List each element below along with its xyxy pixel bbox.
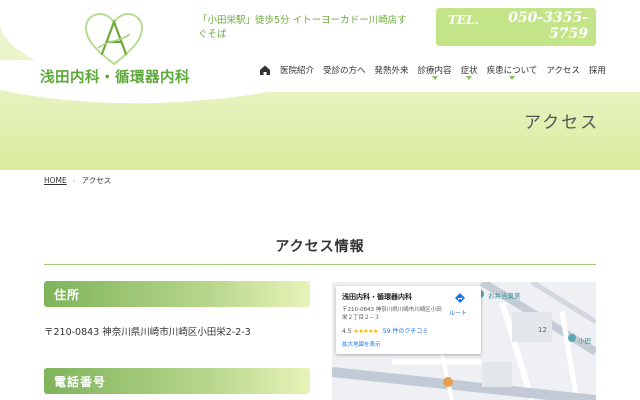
address-text: 〒210-0843 神奈川県川崎市川崎区小田栄2-2-3: [44, 327, 251, 338]
station-info: 「小田栄駅」徒歩5分 イトーヨーカドー川崎店すぐそば: [198, 15, 407, 40]
nav-item-diseases[interactable]: 疾患について: [486, 64, 538, 80]
map-place-address: 〒210-0843 神奈川県川崎市川崎区小田栄２丁目２−３: [342, 307, 442, 321]
map-place-name: 浅田内科・循環器内科: [342, 293, 412, 301]
map-poi-bento[interactable]: お弁当菓美: [488, 290, 521, 300]
nav-item-visitors[interactable]: 受診の方へ: [323, 64, 366, 76]
nav-item-access[interactable]: アクセス: [546, 64, 580, 76]
heart-logo-icon: [84, 12, 144, 66]
phone-label: 電話番号: [54, 375, 107, 389]
reviews-link[interactable]: 59 件のクチコミ: [383, 328, 429, 335]
breadcrumb-current: アクセス: [81, 176, 112, 185]
tel-number: 050-3355-5759: [508, 10, 588, 42]
address-label-bar: 住所: [44, 281, 310, 307]
nav-label: 採用: [588, 66, 606, 76]
clinic-name: 浅田内科・循環器内科: [40, 70, 190, 86]
map-poi-odasakae[interactable]: 小田: [578, 335, 591, 345]
caret-down-icon: [466, 76, 473, 80]
nav-label: アクセス: [546, 66, 580, 76]
section-title: アクセス情報: [275, 239, 365, 255]
address-label: 住所: [54, 288, 81, 302]
enlarge-map-link[interactable]: 拡大地図を表示: [342, 340, 381, 348]
nav-label: 疾患について: [486, 66, 538, 76]
section-divider: [44, 264, 596, 265]
directions-link[interactable]: ルート: [449, 308, 467, 317]
page-heading: アクセス: [524, 113, 600, 133]
directions-icon[interactable]: [454, 292, 466, 304]
global-nav: 医院紹介 受診の方へ 発熱外来 診療内容 症状 疾患について アクセス 採用: [258, 60, 615, 80]
nav-label: 発熱外来: [374, 66, 409, 76]
map-block-number: 12: [538, 326, 547, 334]
tel-box[interactable]: TEL. 050-3355-5759: [436, 8, 596, 46]
google-map[interactable]: お弁当菓美 小田 12 浅田内科・循環器内科 〒210-0843 神奈川県川崎市…: [332, 282, 596, 400]
tel-label: TEL.: [448, 13, 479, 27]
caret-down-icon: [508, 76, 515, 80]
nav-item-fever-clinic[interactable]: 発熱外来: [375, 64, 409, 76]
caret-down-icon: [431, 76, 438, 80]
home-icon[interactable]: [258, 63, 272, 77]
nav-label: 診療内容: [417, 66, 452, 76]
breadcrumb-home-link[interactable]: HOME: [44, 176, 67, 185]
nav-item-symptoms[interactable]: 症状: [460, 64, 478, 80]
phone-label-bar: 電話番号: [44, 368, 310, 394]
map-rating: 4.5 ★★★★★ 59 件のクチコミ: [342, 326, 428, 335]
nav-item-recruit[interactable]: 採用: [589, 64, 606, 76]
rating-value: 4.5: [342, 328, 352, 335]
map-place-card: 浅田内科・循環器内科 〒210-0843 神奈川県川崎市川崎区小田栄２丁目２−３…: [336, 286, 481, 354]
nav-item-services[interactable]: 診療内容: [417, 64, 452, 80]
breadcrumb: HOME › アクセス: [44, 175, 111, 186]
nav-label: 医院紹介: [280, 66, 315, 76]
nav-label: 受診の方へ: [323, 66, 366, 76]
rating-stars-icon: ★★★★★: [353, 328, 378, 335]
nav-label: 症状: [460, 66, 478, 76]
clinic-logo[interactable]: 浅田内科・循環器内科: [40, 12, 190, 87]
nav-item-about[interactable]: 医院紹介: [280, 64, 314, 76]
breadcrumb-separator: ›: [72, 176, 76, 185]
